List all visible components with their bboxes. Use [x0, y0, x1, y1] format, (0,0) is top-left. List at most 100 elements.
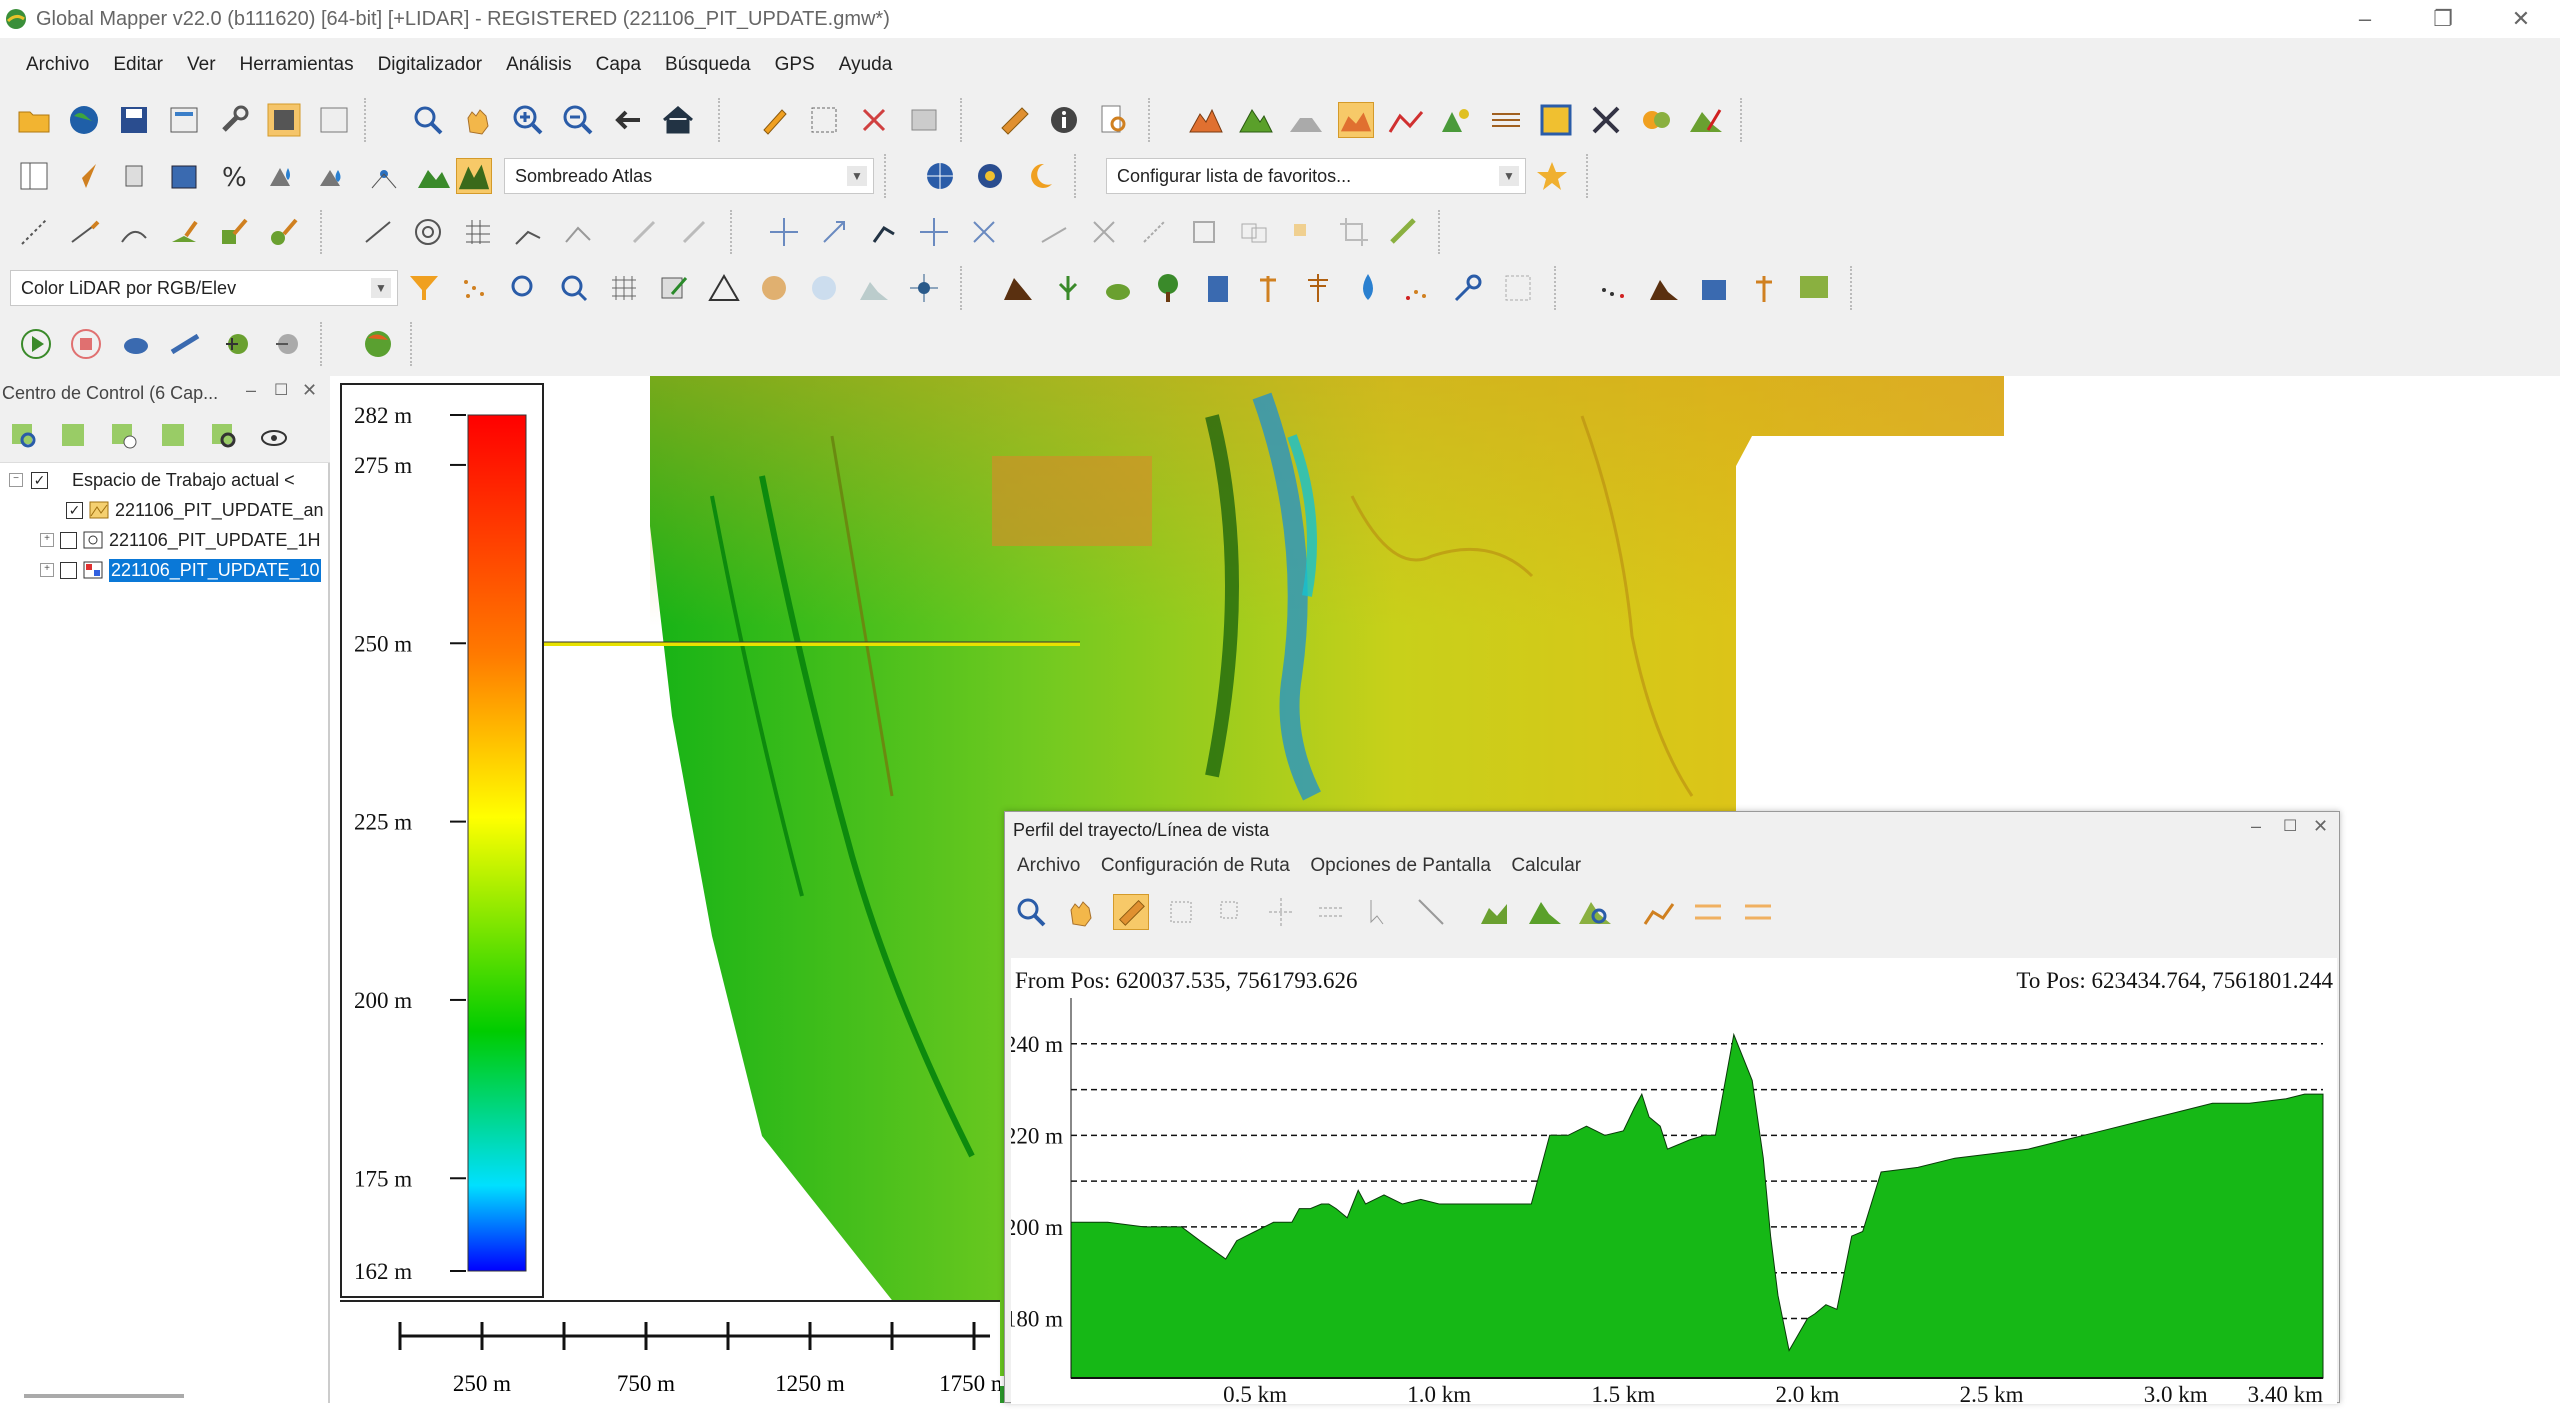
layer-search-icon[interactable] [206, 418, 242, 454]
grid-points-icon[interactable] [606, 270, 642, 306]
tree-icon[interactable] [1150, 270, 1186, 306]
profile-terrain-icon[interactable] [1527, 894, 1563, 930]
3d-view-icon[interactable] [166, 158, 202, 194]
scale-icon[interactable] [816, 214, 852, 250]
profile-menu-pantalla[interactable]: Opciones de Pantalla [1310, 855, 1491, 876]
tools-cross-icon[interactable] [1588, 102, 1624, 138]
profile-menu-calcular[interactable]: Calcular [1511, 855, 1581, 876]
menu-ver[interactable]: Ver [187, 54, 216, 76]
flood-icon[interactable] [316, 158, 352, 194]
pan-hand-icon[interactable] [1063, 894, 1099, 930]
profile-search-icon[interactable] [1577, 894, 1613, 930]
point-zoom-icon[interactable] [556, 270, 592, 306]
water-level-icon[interactable] [266, 158, 302, 194]
profile-chart-icon[interactable] [1641, 894, 1677, 930]
noise-icon[interactable] [906, 270, 942, 306]
feature-icon[interactable] [1286, 214, 1322, 250]
pan-hand-icon[interactable] [460, 102, 496, 138]
point-search-icon[interactable] [506, 270, 542, 306]
tree-row-layer-1[interactable]: ✓ 221106_PIT_UPDATE_an [0, 496, 323, 524]
panel-close-icon[interactable]: ✕ [302, 380, 317, 401]
split-icon[interactable] [966, 214, 1002, 250]
menu-capa[interactable]: Capa [596, 54, 641, 76]
toolbar-grip[interactable] [410, 322, 418, 366]
menu-busqueda[interactable]: Búsqueda [665, 54, 751, 76]
toolbar-grip[interactable] [1074, 154, 1082, 198]
lidar-icon[interactable] [366, 158, 402, 194]
zoom-layer-icon[interactable] [6, 418, 42, 454]
line-draw-icon[interactable] [66, 214, 102, 250]
back-arrow-icon[interactable] [610, 102, 646, 138]
toolbar-grip[interactable] [960, 98, 968, 142]
ruler-icon[interactable] [1386, 214, 1422, 250]
clip-icon[interactable] [1500, 270, 1536, 306]
join-icon[interactable] [1036, 214, 1072, 250]
profile-close-icon[interactable]: ✕ [2313, 816, 2328, 837]
star-icon[interactable] [1534, 158, 1570, 194]
menu-archivo[interactable]: Archivo [26, 54, 89, 76]
water-drop-icon[interactable] [1350, 270, 1386, 306]
toolbar-grip[interactable] [730, 210, 738, 254]
search-doc-icon[interactable] [1096, 102, 1132, 138]
circle-draw-icon[interactable] [266, 214, 302, 250]
measure-ruler-icon[interactable] [1113, 894, 1149, 930]
toolbar-grip[interactable] [1586, 154, 1594, 198]
profile-arrows-icon[interactable] [1691, 894, 1727, 930]
wrench-icon[interactable] [216, 102, 252, 138]
shapes-icon[interactable] [1638, 102, 1674, 138]
triangle-icon[interactable] [706, 270, 742, 306]
toolbar-grip[interactable] [1148, 98, 1156, 142]
reshape-icon[interactable] [560, 214, 596, 250]
favorites-select[interactable]: Configurar lista de favoritos... ▼ [1106, 158, 1526, 194]
building-icon[interactable] [1200, 270, 1236, 306]
curve-draw-icon[interactable] [116, 214, 152, 250]
terrain-flat-icon[interactable] [1288, 102, 1324, 138]
dotted-line-icon[interactable] [16, 214, 52, 250]
classify-low-veg-icon[interactable] [1100, 270, 1136, 306]
menu-analisis[interactable]: Análisis [506, 54, 571, 76]
map-3d-icon[interactable] [1538, 102, 1574, 138]
percent-icon[interactable]: % [216, 158, 252, 194]
contour-icon[interactable] [1488, 102, 1524, 138]
pencil-icon[interactable] [756, 102, 792, 138]
shader-select[interactable]: Sombreado Atlas ▼ [504, 158, 874, 194]
overview-icon[interactable] [316, 102, 352, 138]
control-center-icon[interactable] [266, 102, 302, 138]
rotate-icon[interactable] [866, 214, 902, 250]
move-vertex-icon[interactable] [916, 214, 952, 250]
zoom-in-icon[interactable] [510, 102, 546, 138]
remove-layer-icon[interactable] [268, 326, 304, 362]
profile-plot-area[interactable]: From Pos: 620037.535, 7561793.626 To Pos… [1011, 958, 2337, 1404]
classify-vegetation-icon[interactable] [1050, 270, 1086, 306]
lidar-color-select[interactable]: Color LiDAR por RGB/Elev ▼ [10, 270, 398, 306]
lidar-view-icon[interactable] [1796, 270, 1832, 306]
grid-globe-icon[interactable] [922, 158, 958, 194]
navigate-icon[interactable] [66, 158, 102, 194]
move-icon[interactable] [766, 214, 802, 250]
line-of-sight-icon[interactable] [1388, 102, 1424, 138]
grid-edit-icon[interactable] [460, 214, 496, 250]
profile-menu-ruta[interactable]: Configuración de Ruta [1101, 855, 1290, 876]
toolbar-grip[interactable] [320, 210, 328, 254]
toolbar-grip[interactable] [1850, 266, 1858, 310]
tree-row-layer-2[interactable]: + 221106_PIT_UPDATE_1H [0, 526, 320, 554]
moon-icon[interactable] [1022, 158, 1058, 194]
toolbar-grip[interactable] [320, 322, 328, 366]
line-tool-icon[interactable] [1413, 894, 1449, 930]
edit-line-icon[interactable] [360, 214, 396, 250]
toolbar-grip[interactable] [1438, 210, 1446, 254]
open-layer-icon[interactable] [56, 418, 92, 454]
settings-gear-icon[interactable] [972, 158, 1008, 194]
shader-mountain-icon[interactable] [456, 158, 492, 194]
crop-icon[interactable] [1336, 214, 1372, 250]
area-draw-icon[interactable] [166, 214, 202, 250]
menu-digitalizador[interactable]: Digitalizador [378, 54, 483, 76]
toolbar-grip[interactable] [1554, 266, 1562, 310]
close-layer-icon[interactable] [106, 418, 142, 454]
lidar-profile-icon[interactable] [1596, 270, 1632, 306]
select-box-icon[interactable] [1163, 894, 1199, 930]
checkbox-checked[interactable]: ✓ [31, 471, 48, 489]
ground-icon[interactable] [856, 270, 892, 306]
panel-minimize-icon[interactable]: – [246, 380, 256, 401]
pole-icon[interactable] [1250, 270, 1286, 306]
